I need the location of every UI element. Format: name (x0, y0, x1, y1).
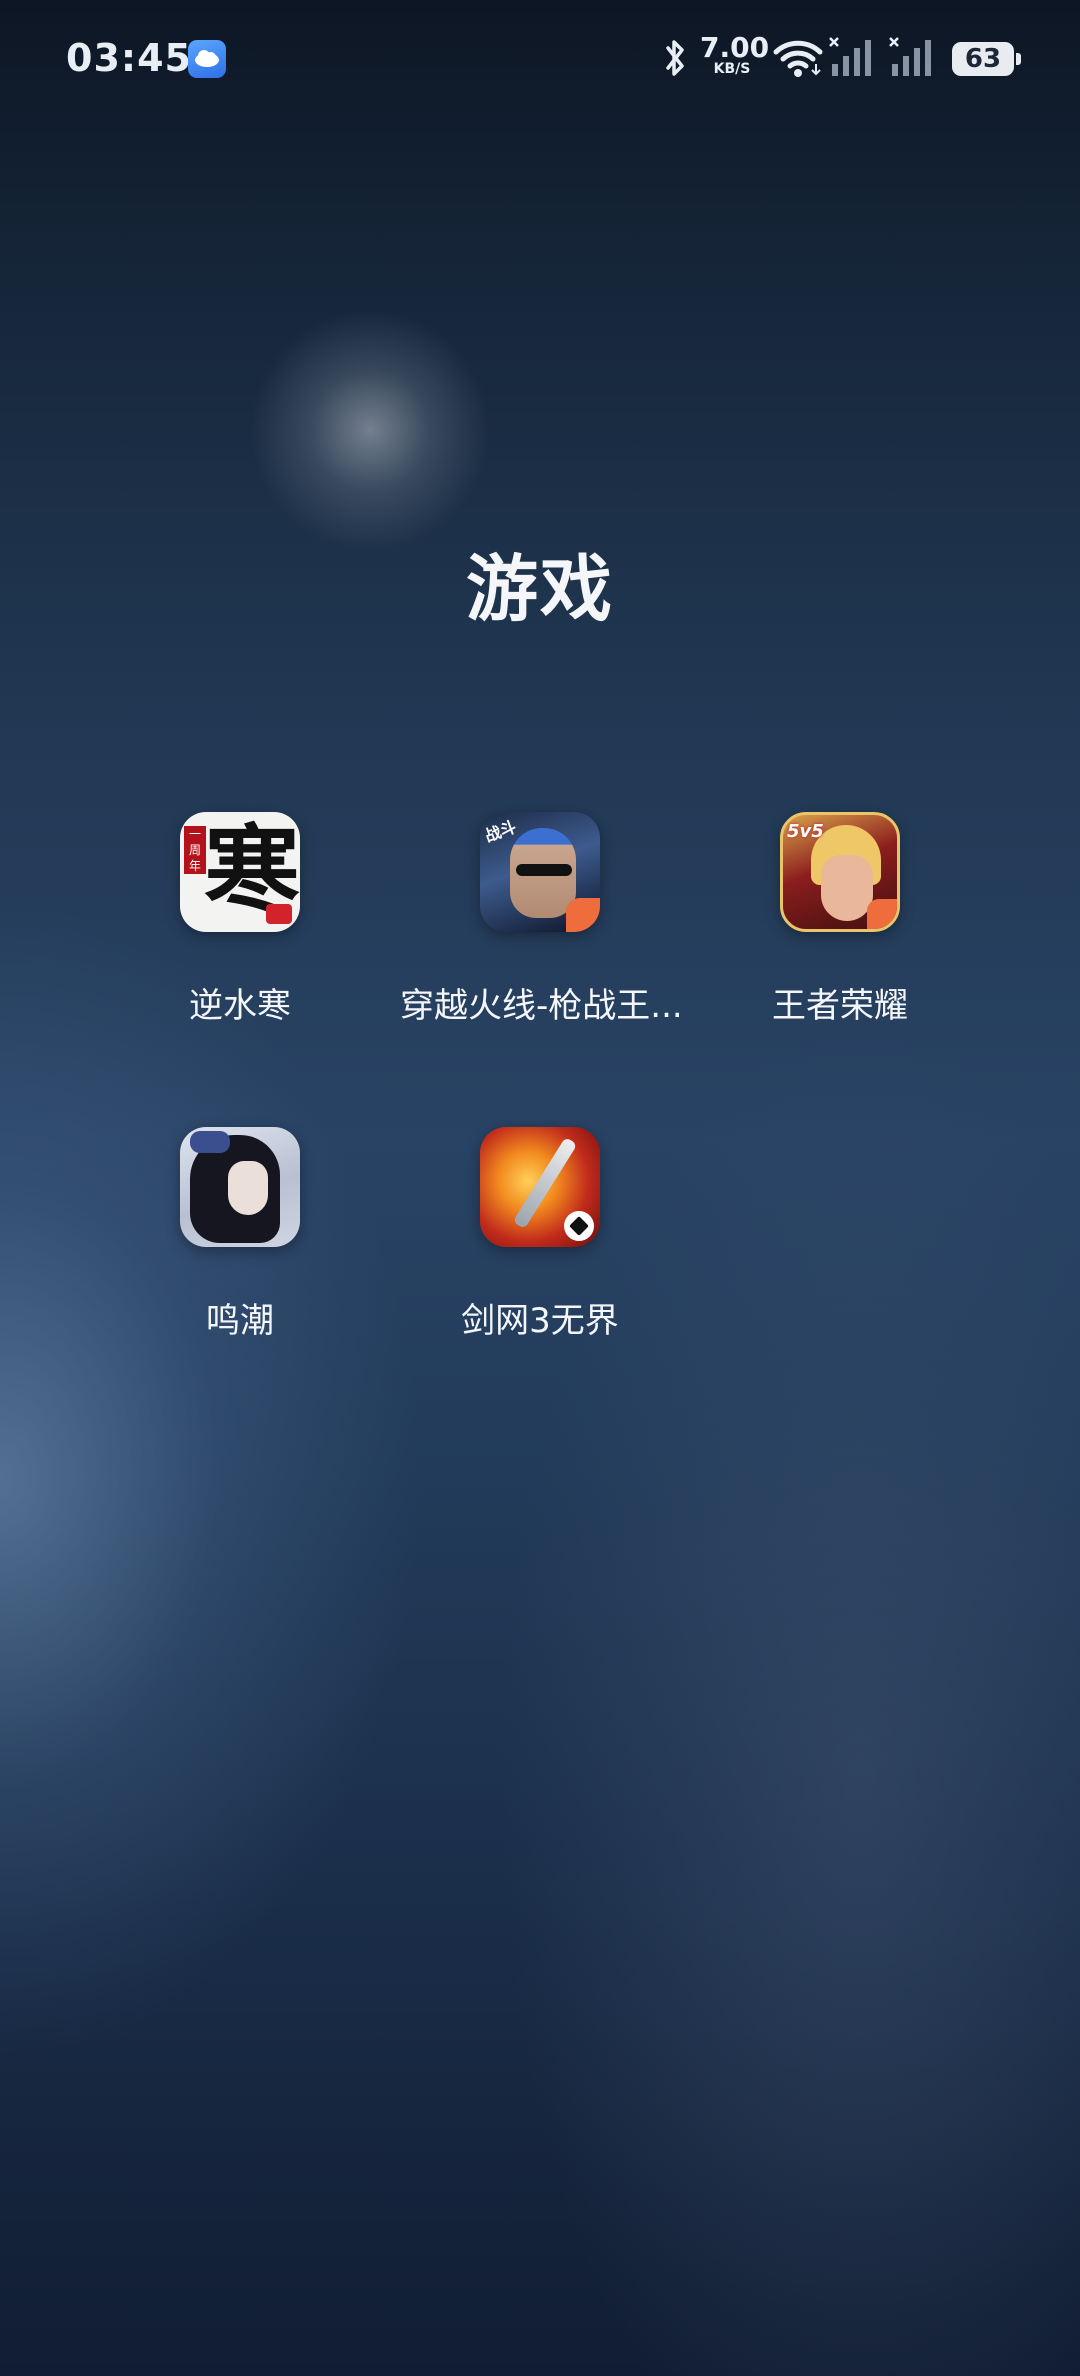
app-wuthering-waves[interactable]: 鸣潮 (100, 1127, 380, 1342)
battery-icon: 63 (952, 42, 1021, 76)
hair-bow (190, 1131, 230, 1153)
tencent-games-corner-icon (867, 899, 897, 929)
app-label: 剑网3无界 (461, 1301, 619, 1341)
jx3-app-icon[interactable] (480, 1127, 600, 1247)
app-label: 鸣潮 (206, 1301, 274, 1341)
app-jx3[interactable]: 剑网3无界 (400, 1127, 680, 1342)
app-label: 穿越火线-枪战王... (400, 986, 683, 1026)
character-portrait (228, 1161, 268, 1215)
wifi-icon (772, 38, 824, 82)
network-speed: 7.00 KB/S (700, 31, 770, 77)
netease-logo-icon (266, 904, 292, 924)
tencent-games-corner-icon (566, 898, 600, 932)
app-label: 逆水寒 (189, 986, 291, 1026)
status-time: 03:45 (66, 36, 192, 80)
battery-level: 63 (964, 44, 1002, 74)
hero-portrait (821, 855, 873, 921)
anniversary-tag: 一周年 (184, 826, 206, 874)
status-bar: 03:45 7.00 KB/S 63 (0, 0, 1080, 120)
network-speed-value: 7.00 (700, 31, 770, 64)
battery-nub (1016, 53, 1021, 65)
nishuihan-app-icon[interactable]: 一周年 寒 (180, 812, 300, 932)
bluetooth-icon (660, 36, 690, 84)
signal-icon (828, 36, 878, 82)
app-crossfire[interactable]: 战斗 穿越火线-枪战王... (400, 812, 683, 1027)
mode-tag: 5v5 (787, 821, 824, 842)
app-honor-of-kings[interactable]: 5v5 王者荣耀 (700, 812, 980, 1027)
sunglasses (516, 864, 572, 876)
crossfire-badge: 战斗 (482, 817, 519, 846)
crossfire-app-icon[interactable]: 战斗 (480, 812, 600, 932)
app-label: 王者荣耀 (772, 986, 908, 1026)
honor-of-kings-app-icon[interactable]: 5v5 (780, 812, 900, 932)
weather-icon[interactable] (188, 40, 226, 78)
app-nishuihan[interactable]: 一周年 寒 逆水寒 (100, 812, 380, 1027)
network-speed-unit: KB/S (713, 61, 751, 77)
folder-title[interactable]: 游戏 (0, 530, 1080, 635)
seasun-logo-icon (564, 1211, 594, 1241)
signal-icon (888, 36, 938, 82)
wuthering-waves-app-icon[interactable] (180, 1127, 300, 1247)
